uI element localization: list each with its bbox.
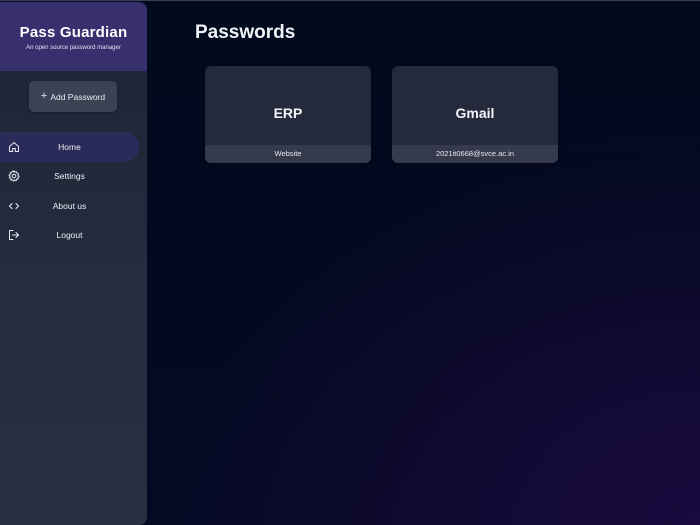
password-card-gmail[interactable]: Gmail 2021it0668@svce.ac.in xyxy=(392,66,558,163)
sidebar-item-home[interactable]: Home xyxy=(0,132,139,162)
page-title: Passwords xyxy=(195,22,296,43)
card-title: Gmail xyxy=(455,105,495,121)
sidebar-item-settings[interactable]: Settings xyxy=(0,162,139,192)
sidebar-item-label: Home xyxy=(58,141,81,152)
app-window: Pass Guardian An open source password ma… xyxy=(0,0,700,525)
sidebar-item-about[interactable]: About us xyxy=(0,191,139,221)
sidebar-item-label: Settings xyxy=(54,171,85,182)
add-password-button[interactable]: + Add Password xyxy=(29,81,117,112)
plus-icon: + xyxy=(40,90,48,102)
password-card-erp[interactable]: ERP Website xyxy=(205,66,371,163)
sidebar-item-label: About us xyxy=(52,200,87,211)
sidebar-item-label: Logout xyxy=(56,230,83,241)
sidebar-item-logout[interactable]: Logout xyxy=(0,221,139,251)
card-detail: 2021it0668@svce.ac.in xyxy=(392,145,558,163)
brand-header: Pass Guardian An open source password ma… xyxy=(0,2,147,71)
card-detail: Website xyxy=(205,145,371,163)
card-title: ERP xyxy=(273,105,303,121)
sidebar: Pass Guardian An open source password ma… xyxy=(0,2,147,525)
app-subtitle: An open source password manager xyxy=(26,45,121,51)
add-password-label: Add Password xyxy=(50,91,106,102)
sidebar-nav: Home Settings About us Logout xyxy=(0,132,147,250)
app-title: Pass Guardian xyxy=(19,24,128,41)
